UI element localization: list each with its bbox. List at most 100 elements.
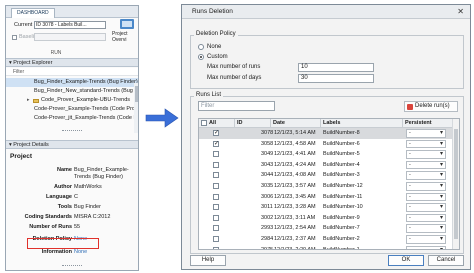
delete-runs-button[interactable]: Delete run(s) <box>404 101 458 112</box>
tree-item[interactable]: ▸ Code_Prover_Example-UBU-Trends <box>6 96 138 105</box>
col-header-all[interactable]: All <box>199 119 235 128</box>
detail-key: Language <box>46 194 72 200</box>
project-details-header[interactable]: ▾ Project Details <box>6 140 138 149</box>
runs-table-scrollbar[interactable] <box>452 119 459 249</box>
table-row[interactable]: 3035 12/1/23, 3:57 AM BuildNumber-12- <box>199 181 453 192</box>
expand-icon[interactable]: ▸ <box>27 96 30 105</box>
table-row[interactable]: 3002 12/1/23, 3:11 AM BuildNumber-9- <box>199 213 453 224</box>
persistent-dropdown[interactable]: - <box>406 192 446 202</box>
table-row[interactable]: 2975 12/1/23, 2:20 AM BuildNumber-1- <box>199 245 453 250</box>
cell-date: 12/1/23, 3:57 AM <box>274 183 316 189</box>
runs-filter-input[interactable]: Filter <box>198 101 275 111</box>
close-icon[interactable]: ✕ <box>457 7 464 16</box>
col-header-persistent[interactable]: Persistent <box>403 119 453 128</box>
project-overview-button[interactable]: Project Overvi <box>112 19 138 49</box>
dialog-title: Runs Deletion <box>192 8 233 15</box>
baseline-checkbox[interactable] <box>12 35 17 40</box>
table-row[interactable]: 3011 12/1/23, 3:28 AM BuildNumber-10- <box>199 202 453 213</box>
tree-item-label: Code_Prover_Example-UBU-Trends <box>41 97 131 103</box>
highlight-box <box>27 238 99 249</box>
table-row[interactable]: 2984 12/1/23, 2:37 AM BuildNumber-2- <box>199 234 453 245</box>
scroll-thumb[interactable] <box>454 129 458 239</box>
persistent-dropdown[interactable]: - <box>406 235 446 244</box>
cell-label: BuildNumber-12 <box>323 183 363 189</box>
explorer-filter[interactable]: Filter <box>6 68 138 76</box>
persistent-dropdown[interactable]: - <box>406 245 446 249</box>
persistent-dropdown[interactable]: - <box>406 129 446 138</box>
project-section-title: Project <box>10 153 33 160</box>
tree-item[interactable]: Bug_Finder_New_standard-Trends (Bug Fin <box>6 87 138 96</box>
row-checkbox[interactable] <box>213 246 219 249</box>
cell-date: 12/1/23, 3:11 AM <box>274 214 316 221</box>
row-checkbox[interactable] <box>213 225 219 232</box>
row-checkbox[interactable] <box>213 193 219 200</box>
cancel-button[interactable]: Cancel <box>428 255 464 266</box>
table-row[interactable]: 307812/1/23, 5:14 AMBuildNumber-8- <box>199 128 453 139</box>
persistent-dropdown[interactable]: - <box>406 203 446 212</box>
cell-label: BuildNumber-10 <box>323 204 363 211</box>
row-checkbox[interactable] <box>213 204 219 211</box>
row-checkbox[interactable] <box>213 161 219 168</box>
explorer-scrollbar[interactable] <box>134 83 138 133</box>
tree-item[interactable]: Code-Prover_Example-Trends (Code Prov <box>6 105 138 114</box>
row-checkbox[interactable] <box>213 172 219 179</box>
dashboard-panel: DASHBOARD Current ID 3078 - Labels Buil.… <box>5 5 139 271</box>
detail-value: 55 <box>74 224 81 230</box>
persistent-dropdown[interactable]: - <box>406 213 446 223</box>
baseline-select[interactable] <box>34 33 106 41</box>
tree-item-label: Bug_Finder_Example-Trends (Bug Finder) <box>34 79 138 85</box>
row-checkbox[interactable] <box>213 129 219 136</box>
radio-custom[interactable] <box>198 54 204 60</box>
table-row[interactable]: 3043 12/1/23, 4:24 AM BuildNumber-4- <box>199 160 453 171</box>
table-row[interactable]: 3006 12/1/23, 3:45 AM BuildNumber-11- <box>199 192 453 203</box>
tab-dashboard[interactable]: DASHBOARD <box>11 8 55 18</box>
col-header-id[interactable]: ID <box>235 119 271 128</box>
ok-button[interactable]: OK <box>388 255 424 266</box>
persistent-dropdown[interactable]: - <box>406 139 446 149</box>
detail-key: Tools <box>57 204 72 210</box>
radio-none[interactable] <box>198 44 204 50</box>
max-days-input[interactable]: 30 <box>298 74 374 83</box>
project-explorer-header[interactable]: ▾ Project Explorer <box>6 58 138 67</box>
row-checkbox[interactable] <box>213 140 219 147</box>
table-row[interactable]: 2993 12/1/23, 2:54 AM BuildNumber-7- <box>199 223 453 234</box>
deletion-policy-group-label: Deletion Policy <box>194 31 238 37</box>
tree-item[interactable]: Bug_Finder_Example-Trends (Bug Finder) <box>6 78 138 87</box>
row-checkbox[interactable] <box>213 214 219 221</box>
max-runs-input[interactable]: 10 <box>298 63 374 72</box>
table-row[interactable]: 3049 12/1/23, 4:41 AM BuildNumber-5- <box>199 149 453 160</box>
persistent-dropdown[interactable]: - <box>406 224 446 233</box>
persistent-dropdown[interactable]: - <box>406 171 446 180</box>
cell-label: BuildNumber-9 <box>323 214 360 221</box>
tree-item[interactable]: Code-Prover_jit_Example-Trends (Code P <box>6 114 138 123</box>
current-project-select[interactable]: ID 3078 - Labels Buil... <box>34 21 106 29</box>
cell-label: BuildNumber-6 <box>323 140 360 147</box>
splitter-handle[interactable] <box>62 130 82 132</box>
detail-value: MathWorks <box>74 184 102 190</box>
table-row[interactable]: 3044 12/1/23, 4:08 AM BuildNumber-3- <box>199 170 453 181</box>
table-row[interactable]: 305812/1/23, 4:58 AMBuildNumber-6- <box>199 139 453 150</box>
persistent-dropdown[interactable]: - <box>406 150 446 159</box>
row-checkbox[interactable] <box>213 236 219 242</box>
splitter-handle[interactable] <box>62 265 82 267</box>
cell-date: 12/1/23, 2:20 AM <box>274 246 316 250</box>
tree-item-label: Code-Prover_jit_Example-Trends (Code P <box>34 115 138 121</box>
persistent-dropdown[interactable]: - <box>406 160 446 170</box>
detail-key: Information <box>41 249 72 255</box>
detail-value: Bug Finder <box>74 204 101 210</box>
help-button[interactable]: Help <box>190 255 226 266</box>
select-all-checkbox[interactable] <box>201 120 207 126</box>
cell-label: BuildNumber-4 <box>323 161 360 168</box>
row-checkbox[interactable] <box>213 183 219 189</box>
runs-table: All ID Date Labels Persistent 307812/1/2… <box>198 118 460 250</box>
detail-key: Name <box>57 167 72 173</box>
cell-label: BuildNumber-5 <box>323 151 360 158</box>
right-arrow-icon <box>145 108 179 128</box>
row-checkbox[interactable] <box>213 151 219 158</box>
tree-item-label: Code-Prover_Example-Trends (Code Prov <box>34 106 138 112</box>
persistent-dropdown[interactable]: - <box>406 182 446 191</box>
col-header-date[interactable]: Date <box>271 119 321 128</box>
runs-deletion-dialog: Runs Deletion ✕ Deletion Policy None Cus… <box>181 4 471 270</box>
information-link[interactable]: None <box>74 249 134 256</box>
col-header-labels[interactable]: Labels <box>321 119 403 128</box>
